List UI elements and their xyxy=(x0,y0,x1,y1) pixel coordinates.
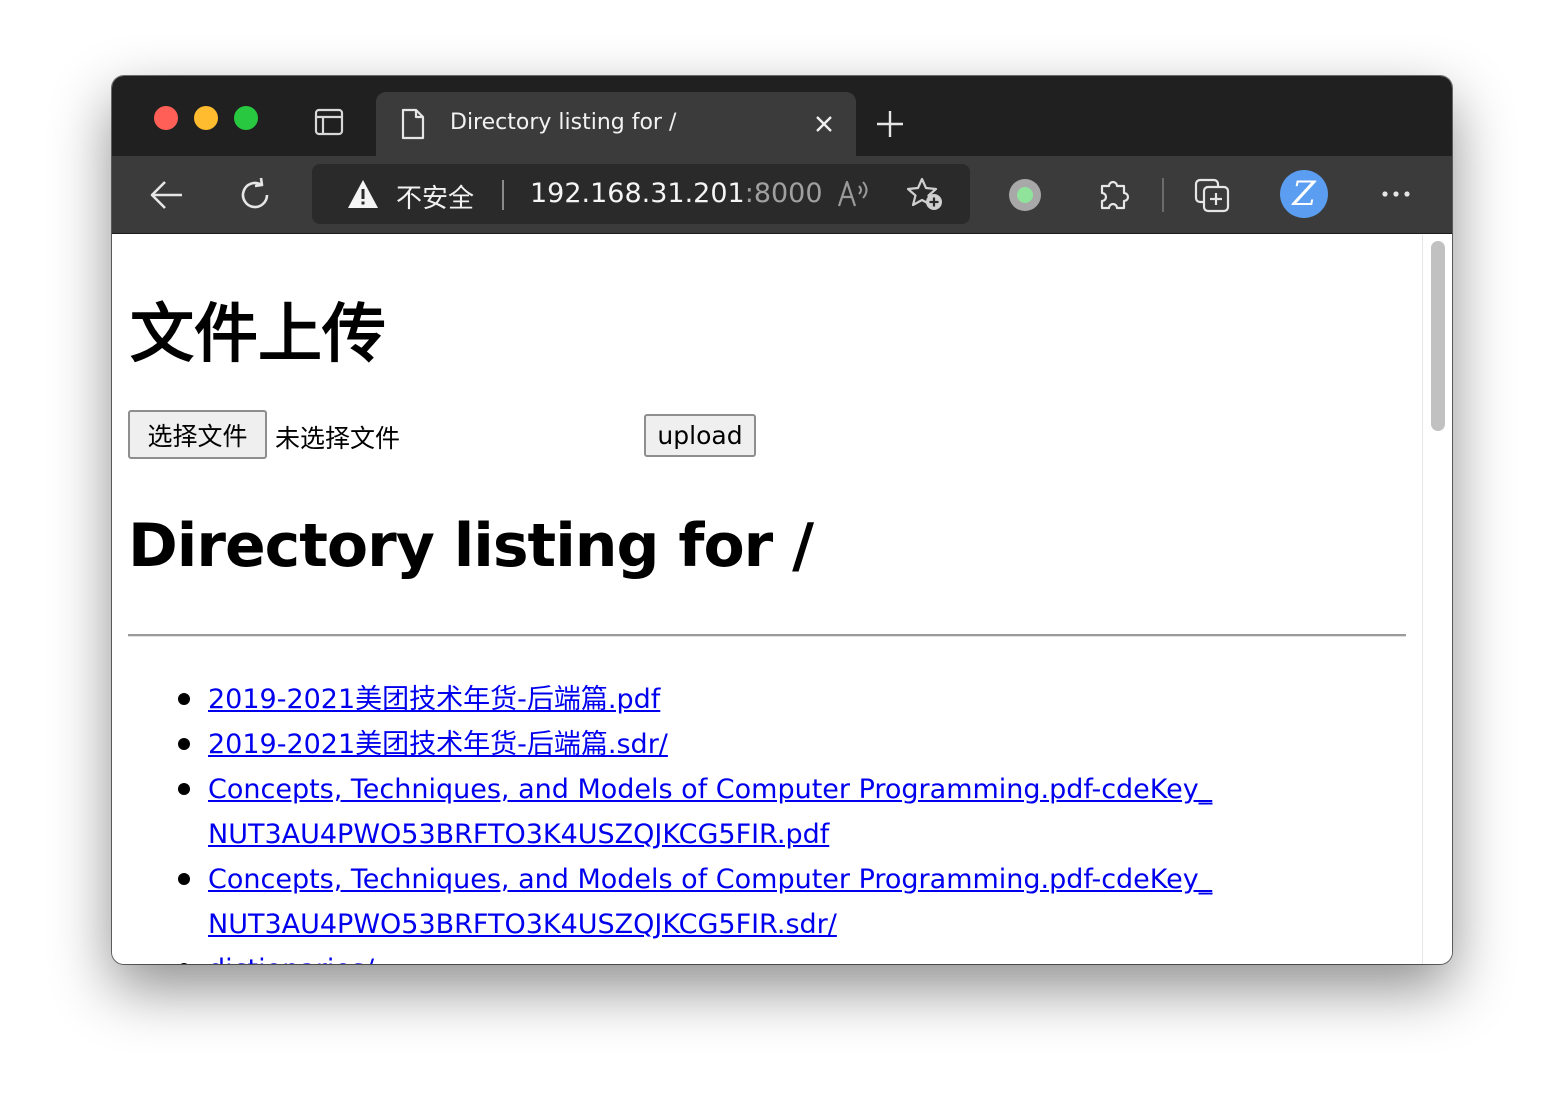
page-content: 文件上传 选择文件 未选择文件 upload Directory listing… xyxy=(112,235,1422,964)
file-link[interactable]: dictionaries/ xyxy=(208,954,374,964)
add-favorite-icon[interactable] xyxy=(906,176,944,212)
url-host: 192.168.31.201 xyxy=(530,178,745,209)
reload-icon[interactable] xyxy=(236,176,274,214)
tab-actions-icon[interactable] xyxy=(314,108,344,136)
tab-strip: Directory listing for / xyxy=(112,76,1452,156)
list-item: 2019-2021美团技术年货-后端篇.sdr/ xyxy=(174,722,1214,767)
tab-title: Directory listing for / xyxy=(450,110,677,135)
tab-directory-listing[interactable]: Directory listing for / xyxy=(376,92,856,156)
upload-button[interactable]: upload xyxy=(644,414,756,457)
toolbar-divider xyxy=(1162,178,1164,212)
close-window-button[interactable] xyxy=(154,106,178,130)
extension-status-icon[interactable] xyxy=(1006,176,1044,214)
url-text[interactable]: 192.168.31.201:8000 xyxy=(530,178,823,209)
list-item: dictionaries/ xyxy=(174,947,1214,964)
upload-heading: 文件上传 xyxy=(130,298,386,372)
choose-file-button[interactable]: 选择文件 xyxy=(128,410,267,459)
browser-window: Directory listing for / 不安全 192.168.31.2… xyxy=(112,76,1452,964)
list-item: Concepts, Techniques, and Models of Comp… xyxy=(174,857,1214,947)
zoom-window-button[interactable] xyxy=(234,106,258,130)
file-link[interactable]: 2019-2021美团技术年货-后端篇.pdf xyxy=(208,684,660,715)
back-arrow-icon[interactable] xyxy=(148,176,186,214)
divider xyxy=(128,634,1406,637)
profile-avatar[interactable]: Z xyxy=(1280,170,1328,218)
no-file-chosen-text: 未选择文件 xyxy=(275,424,401,453)
list-item: Concepts, Techniques, and Models of Comp… xyxy=(174,767,1214,857)
vertical-scrollbar[interactable] xyxy=(1422,235,1452,964)
file-link[interactable]: 2019-2021美团技术年货-后端篇.sdr/ xyxy=(208,729,668,760)
collections-icon[interactable] xyxy=(1192,174,1232,214)
more-options-icon[interactable] xyxy=(1378,178,1414,210)
list-item: 2019-2021美团技术年货-后端篇.pdf xyxy=(174,677,1214,722)
page-icon xyxy=(401,108,425,140)
file-link[interactable]: Concepts, Techniques, and Models of Comp… xyxy=(208,774,1212,850)
toolbar: 不安全 192.168.31.201:8000 Z xyxy=(112,156,1452,234)
address-bar[interactable]: 不安全 192.168.31.201:8000 xyxy=(312,164,970,224)
file-link[interactable]: Concepts, Techniques, and Models of Comp… xyxy=(208,864,1212,940)
address-divider xyxy=(502,180,504,210)
minimize-window-button[interactable] xyxy=(194,106,218,130)
scrollbar-thumb[interactable] xyxy=(1431,241,1445,431)
extensions-icon[interactable] xyxy=(1094,174,1134,214)
url-port: :8000 xyxy=(744,178,823,209)
warning-icon[interactable] xyxy=(346,178,380,210)
not-secure-label[interactable]: 不安全 xyxy=(396,178,474,215)
read-aloud-icon[interactable] xyxy=(836,178,872,210)
new-tab-icon[interactable] xyxy=(874,108,906,140)
close-tab-icon[interactable] xyxy=(812,112,836,136)
file-list: 2019-2021美团技术年货-后端篇.pdf 2019-2021美团技术年货-… xyxy=(174,677,1214,964)
directory-listing-heading: Directory listing for / xyxy=(128,511,814,581)
